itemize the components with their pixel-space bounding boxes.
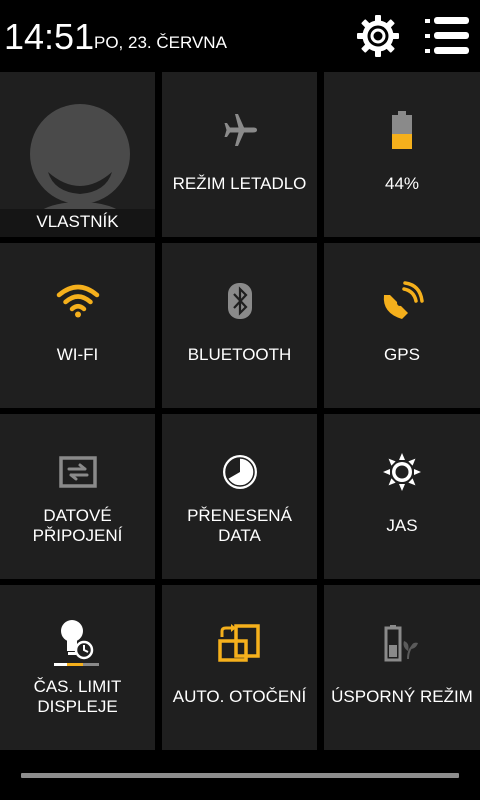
tile-wifi-label: WI-FI xyxy=(56,345,99,364)
tile-auto-rotate[interactable]: AUTO. OTOČENÍ xyxy=(162,585,317,750)
quick-settings-grid: VLASTNÍK REŽIM LETADLO 44% WI-FI BLUETOO… xyxy=(0,72,480,752)
list-menu-icon xyxy=(425,17,469,54)
tile-power-saving-label: ÚSPORNÝ REŽIM xyxy=(331,687,473,706)
auto-rotate-icon xyxy=(217,624,260,662)
drag-handle[interactable] xyxy=(21,773,459,778)
battery-icon xyxy=(392,111,412,149)
tile-mobile-data[interactable]: DATOVÉ PŘIPOJENÍ xyxy=(0,414,155,579)
tile-owner-label: VLASTNÍK xyxy=(36,212,119,231)
tile-power-saving[interactable]: ÚSPORNÝ REŽIM xyxy=(324,585,480,750)
data-connection-icon xyxy=(58,456,97,488)
panel-footer xyxy=(0,752,480,800)
status-header: 14:51 PO, 23. ČERVNA xyxy=(0,0,480,72)
tile-airplane-label: REŽIM LETADLO xyxy=(172,174,307,193)
tile-brightness[interactable]: JAS xyxy=(324,414,480,579)
gear-icon xyxy=(357,15,399,57)
menu-button[interactable] xyxy=(418,12,474,60)
tile-gps-label: GPS xyxy=(384,345,420,364)
airplane-icon xyxy=(224,114,257,146)
tile-screen-timeout[interactable]: ČAS. LIMIT DISPLEJE xyxy=(0,585,155,750)
data-usage-icon xyxy=(222,455,257,489)
wifi-icon xyxy=(56,284,99,318)
tile-battery-label: 44% xyxy=(384,174,420,193)
tile-gps[interactable]: GPS xyxy=(324,243,480,408)
tile-bluetooth[interactable]: BLUETOOTH xyxy=(162,243,317,408)
tile-data-usage[interactable]: PŘENESENÁ DATA xyxy=(162,414,317,579)
tile-battery[interactable]: 44% xyxy=(324,72,480,237)
tile-mobile-data-label: DATOVÉ PŘIPOJENÍ xyxy=(32,506,123,545)
tile-brightness-label: JAS xyxy=(386,516,418,535)
date: PO, 23. ČERVNA xyxy=(94,33,227,52)
bluetooth-icon xyxy=(227,283,252,319)
tile-auto-rotate-label: AUTO. OTOČENÍ xyxy=(172,687,307,706)
brightness-icon xyxy=(383,453,421,491)
tile-owner[interactable]: VLASTNÍK xyxy=(0,72,155,237)
gps-icon xyxy=(383,281,424,319)
tile-wifi[interactable]: WI-FI xyxy=(0,243,155,408)
tile-screen-timeout-label: ČAS. LIMIT DISPLEJE xyxy=(33,677,122,716)
screen-timeout-icon xyxy=(53,620,99,666)
tile-airplane-mode[interactable]: REŽIM LETADLO xyxy=(162,72,317,237)
clock: 14:51 xyxy=(4,16,95,57)
settings-button[interactable] xyxy=(354,12,402,60)
tile-bluetooth-label: BLUETOOTH xyxy=(187,345,292,364)
tile-data-usage-label: PŘENESENÁ DATA xyxy=(187,506,292,545)
power-saving-icon xyxy=(384,625,418,662)
